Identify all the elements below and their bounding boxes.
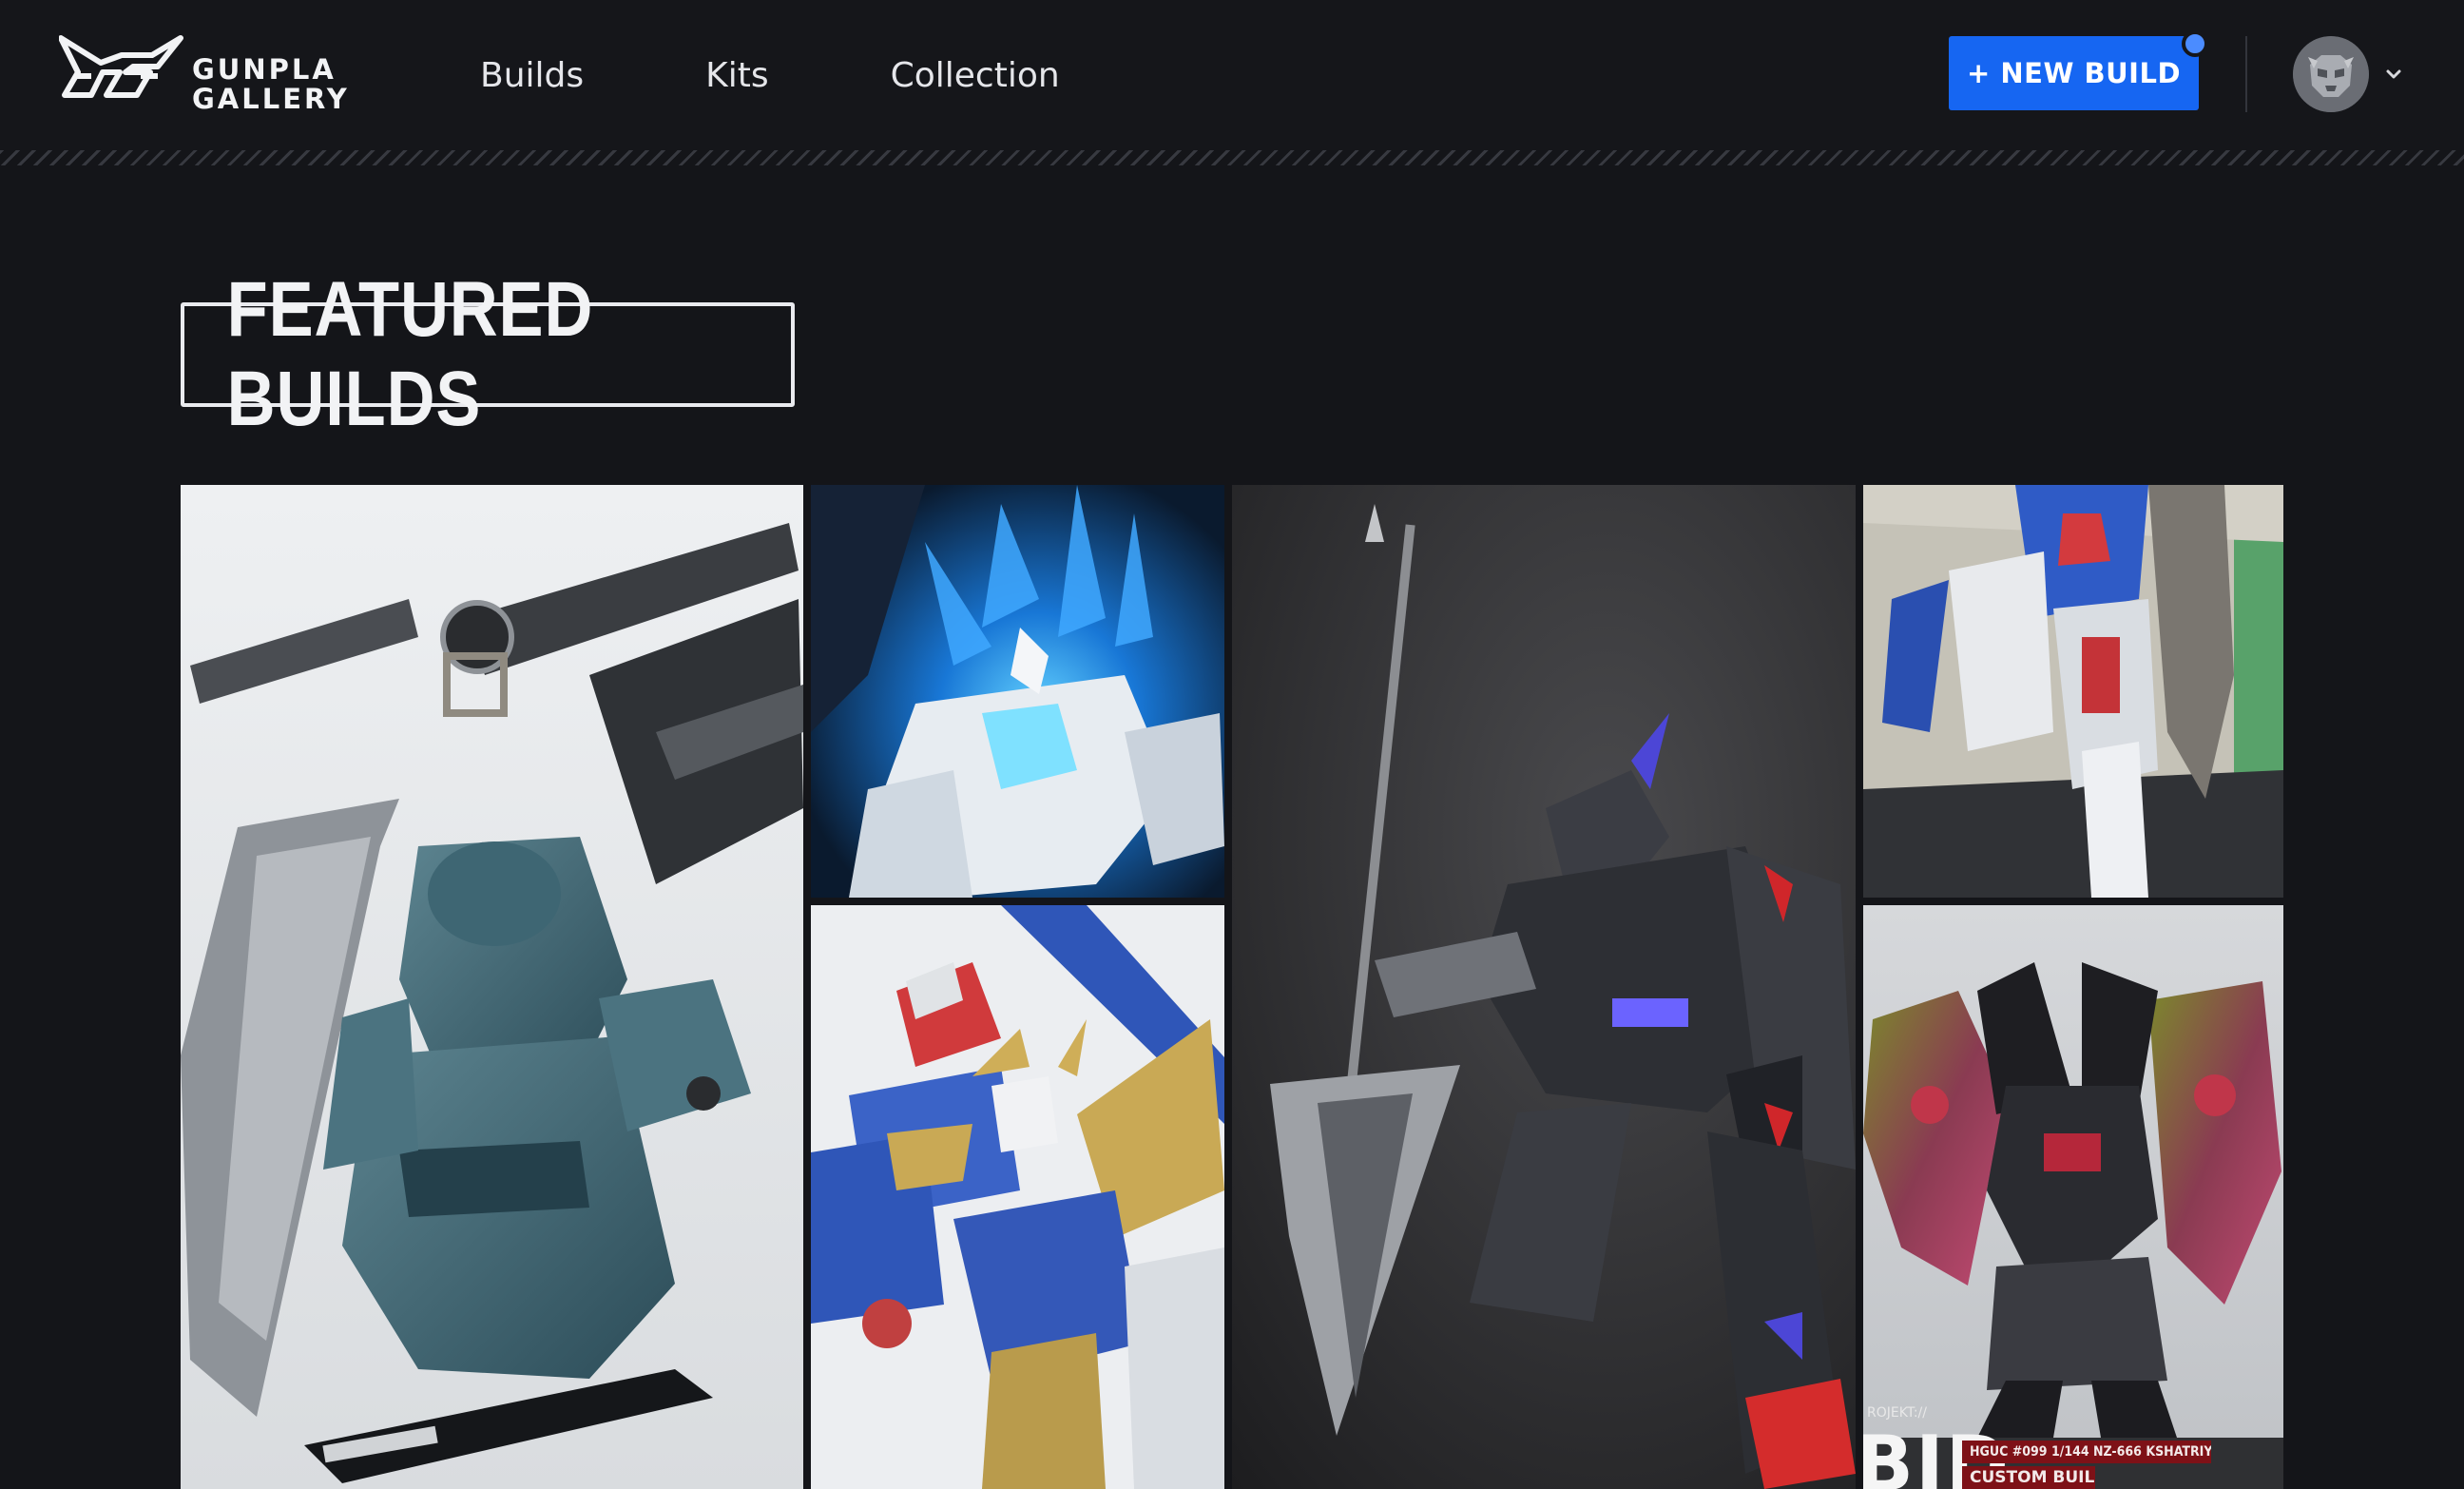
chevron-down-icon[interactable] [2382,63,2405,86]
build-image [1863,485,2283,898]
header-hatch-border [0,150,2464,165]
build-image [1863,905,2283,1489]
user-avatar[interactable] [2293,36,2369,112]
top-navigation-bar: GUNPLA GALLERY Builds Kits Collection + … [0,0,2464,150]
header-divider [2245,36,2247,112]
tile-caption-tag: HGUC #099 1/144 NZ-666 KSHATRIYA [1962,1441,2211,1463]
build-tile-5[interactable] [1863,485,2283,898]
notification-dot-icon [2182,30,2208,57]
brand-line-1: GUNPLA [192,53,337,86]
build-tile-3[interactable] [811,905,1224,1489]
build-tile-2[interactable] [811,485,1224,898]
build-image [811,485,1224,898]
nav-link-kits[interactable]: Kits [705,49,768,103]
build-tile-6[interactable]: ROJEKT:// BID HGUC #099 1/144 NZ-666 KSH… [1863,905,2283,1489]
main-navigation: Builds Kits Collection [480,49,1182,103]
build-tile-1[interactable] [181,485,803,1489]
tile-caption-top: ROJEKT:// [1867,1405,1927,1421]
build-image [1232,485,1856,1489]
tile-caption-tag-2: CUSTOM BUILD [1962,1466,2095,1489]
brand-line-2: GALLERY [192,83,350,115]
gunpla-logo-icon [59,35,183,98]
featured-builds-title-text: FEATURED BUILDS [226,266,594,442]
robot-avatar-icon [2293,36,2369,112]
nav-link-builds[interactable]: Builds [480,49,584,103]
build-image [181,485,803,1489]
featured-builds-title: FEATURED BUILDS [181,266,795,442]
page: GUNPLA GALLERY Builds Kits Collection + … [0,0,2464,1489]
brand-wordmark: GUNPLA GALLERY [192,55,350,114]
brand-logo[interactable]: GUNPLA GALLERY [59,34,387,116]
new-build-button[interactable]: + NEW BUILD [1949,36,2199,110]
nav-link-collection[interactable]: Collection [891,49,1060,103]
build-image [811,905,1224,1489]
build-tile-4[interactable] [1232,485,1856,1489]
